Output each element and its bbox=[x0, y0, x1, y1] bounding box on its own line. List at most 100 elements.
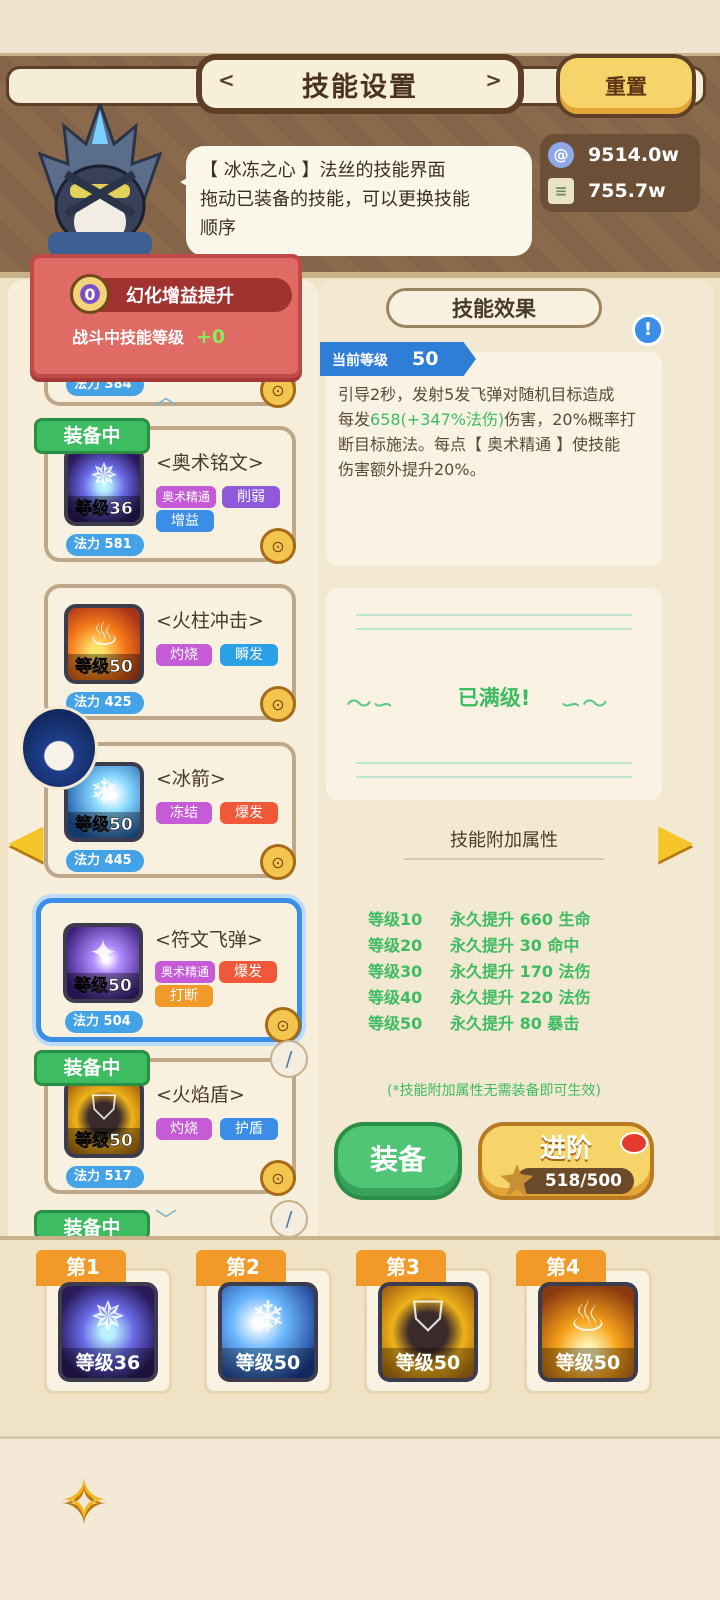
skill-tag: 瞬发 bbox=[220, 644, 278, 666]
advance-progress: 518/500 bbox=[516, 1168, 634, 1194]
skill-card-rune-missile[interactable]: ✦ 等级50 <符文飞弹> 奥术精通 爆发 打断 法力 504 ⊙ bbox=[36, 898, 302, 1043]
attribute-text: 永久提升 170 法伤 bbox=[450, 962, 591, 981]
slot-level: 等级36 bbox=[62, 1348, 154, 1378]
skill-level: 等级50 bbox=[67, 973, 139, 999]
attribute-level: 等级20 bbox=[368, 936, 423, 955]
attribute-row: 等级10 永久提升 660 生命 bbox=[368, 906, 591, 930]
left-arrow-icon[interactable]: ◀ bbox=[2, 812, 50, 868]
skill-tag: 爆发 bbox=[220, 802, 278, 824]
equip-button[interactable]: 装备 bbox=[334, 1122, 462, 1200]
swirl-right-icon: > bbox=[485, 68, 502, 92]
equipped-tag: 装备中 bbox=[34, 418, 150, 454]
attribute-text: 永久提升 660 生命 bbox=[450, 910, 591, 929]
attributes-title: 技能附加属性 bbox=[404, 826, 604, 860]
skill-tag: 灼烧 bbox=[156, 644, 212, 666]
mana-pill: 法力 445 bbox=[66, 850, 144, 872]
notification-dot bbox=[620, 1132, 648, 1154]
slot-4[interactable]: 第4 ♨ 等级50 bbox=[516, 1250, 654, 1396]
attribute-text: 永久提升 220 法伤 bbox=[450, 988, 591, 1007]
fire-shield-icon: ⛉ 等级50 bbox=[378, 1282, 478, 1382]
scroll-icon: ≡ bbox=[548, 178, 574, 204]
buff-bonus: +0 bbox=[196, 326, 226, 348]
slot-badge: 第1 bbox=[36, 1250, 126, 1286]
arcane-inscription-icon: ✵ 等级36 bbox=[58, 1282, 158, 1382]
skill-level: 等级50 bbox=[68, 812, 140, 838]
page-title: 技能设置 bbox=[302, 71, 418, 103]
hero-avatar bbox=[37, 104, 163, 256]
staff-icon[interactable]: / bbox=[270, 1040, 308, 1078]
top-strip bbox=[0, 0, 720, 56]
hero-portrait bbox=[20, 706, 98, 790]
skill-level: 等级50 bbox=[68, 654, 140, 680]
equipped-tag: 装备中 bbox=[34, 1050, 150, 1086]
slot-2[interactable]: 第2 ❄ 等级50 bbox=[196, 1250, 334, 1396]
skill-tag: 爆发 bbox=[219, 961, 277, 983]
currency-box: @ 9514.0w ≡ 755.7w bbox=[540, 134, 700, 212]
title-plaque: 技能设置 < > bbox=[196, 54, 524, 114]
slot-badge: 第4 bbox=[516, 1250, 606, 1286]
slot-level: 等级50 bbox=[382, 1348, 474, 1378]
desc-damage: 658(+347%法伤) bbox=[370, 410, 505, 429]
speech-line: 顺序 bbox=[200, 218, 236, 239]
buff-banner: 幻化增益提升 0 战斗中技能等级 +0 bbox=[30, 254, 302, 378]
staff-icon[interactable]: / bbox=[270, 1200, 308, 1238]
desc-text: 伤害，20%概率打 bbox=[504, 410, 636, 429]
rune-missile-icon: ✦ 等级50 bbox=[63, 923, 143, 1003]
skill-tag: 奥术精通 bbox=[156, 486, 217, 508]
scroll-up-icon[interactable]: ︿ bbox=[146, 387, 186, 409]
attribute-level: 等级30 bbox=[368, 962, 423, 981]
attribute-row: 等级30 永久提升 170 法伤 bbox=[368, 958, 591, 982]
skill-card-fire-pillar[interactable]: ♨ 等级50 <火柱冲击> 灼烧 瞬发 法力 425 ⊙ bbox=[44, 584, 296, 722]
attribute-text: 永久提升 30 命中 bbox=[450, 936, 580, 955]
current-level-value: 50 bbox=[412, 348, 439, 370]
skill-tag: 冻结 bbox=[156, 802, 212, 824]
attribute-level: 等级10 bbox=[368, 910, 423, 929]
lock-icon[interactable]: ⊙ bbox=[260, 844, 296, 880]
skill-tag: 打断 bbox=[155, 985, 213, 1007]
blaze-icon: ♨ 等级50 bbox=[538, 1282, 638, 1382]
skill-name: <冰箭> bbox=[156, 768, 226, 790]
skill-tag: 削弱 bbox=[222, 486, 280, 508]
slot-1[interactable]: 第1 ✵ 等级36 bbox=[36, 1250, 174, 1396]
lock-icon[interactable]: ⊙ bbox=[260, 528, 296, 564]
lock-icon[interactable]: ⊙ bbox=[265, 1007, 301, 1043]
ornament-divider bbox=[356, 762, 632, 778]
fire-pillar-icon: ♨ 等级50 bbox=[64, 604, 144, 684]
skill-level: 等级36 bbox=[68, 496, 140, 522]
speech-bubble: 【 冰冻之心 】法丝的技能界面 拖动已装备的技能，可以更换技能 顺序 bbox=[180, 146, 532, 256]
skill-level: 等级50 bbox=[68, 1128, 140, 1154]
buff-title: 幻化增益提升 bbox=[126, 286, 234, 307]
attribute-row: 等级40 永久提升 220 法伤 bbox=[368, 984, 591, 1008]
skill-tag: 灼烧 bbox=[156, 1118, 212, 1140]
mana-pill: 法力 581 bbox=[66, 534, 144, 556]
right-arrow-icon[interactable]: ▶ bbox=[652, 812, 700, 868]
scroll-amount: 755.7w bbox=[588, 180, 666, 202]
frost-shard-icon: ❄ 等级50 bbox=[218, 1282, 318, 1382]
info-icon[interactable]: ! bbox=[632, 314, 664, 346]
attribute-row: 等级50 永久提升 80 暴击 bbox=[368, 1010, 579, 1034]
skill-tag: 奥术精通 bbox=[155, 961, 216, 983]
current-level-label: 当前等级 bbox=[332, 353, 388, 369]
skill-name: <火焰盾> bbox=[156, 1084, 245, 1106]
slot-badge: 第3 bbox=[356, 1250, 446, 1286]
mana-pill: 法力 517 bbox=[66, 1166, 144, 1188]
skill-name: <奥术铭文> bbox=[156, 452, 264, 474]
speech-line: 【 冰冻之心 】法丝的技能界面 bbox=[200, 160, 446, 181]
reset-button[interactable]: 重置 bbox=[556, 54, 696, 118]
effect-title: 技能效果 bbox=[386, 288, 602, 328]
desc-line: 断目标施法。每点【 奥术精通 】使技能 bbox=[338, 435, 621, 454]
slot-level: 等级50 bbox=[542, 1348, 634, 1378]
mana-pill: 法力 504 bbox=[65, 1011, 143, 1033]
lock-icon[interactable]: ⊙ bbox=[260, 686, 296, 722]
desc-line: 伤害额外提升20%。 bbox=[338, 460, 486, 479]
fish-bone-icon[interactable]: ✧ bbox=[36, 1460, 132, 1542]
scroll-down-icon[interactable]: ﹀ bbox=[146, 1211, 186, 1233]
buff-subtitle: 战斗中技能等级 bbox=[72, 328, 185, 347]
skill-name: <符文飞弹> bbox=[155, 929, 263, 951]
ornament-divider bbox=[356, 614, 632, 630]
gem-amount: 9514.0w bbox=[588, 144, 679, 166]
desc-line: 引导2秒，发射5发飞弹对随机目标造成 bbox=[338, 385, 615, 404]
lock-icon[interactable]: ⊙ bbox=[260, 1160, 296, 1196]
slot-3[interactable]: 第3 ⛉ 等级50 bbox=[356, 1250, 494, 1396]
desc-text: 每发 bbox=[338, 410, 371, 429]
